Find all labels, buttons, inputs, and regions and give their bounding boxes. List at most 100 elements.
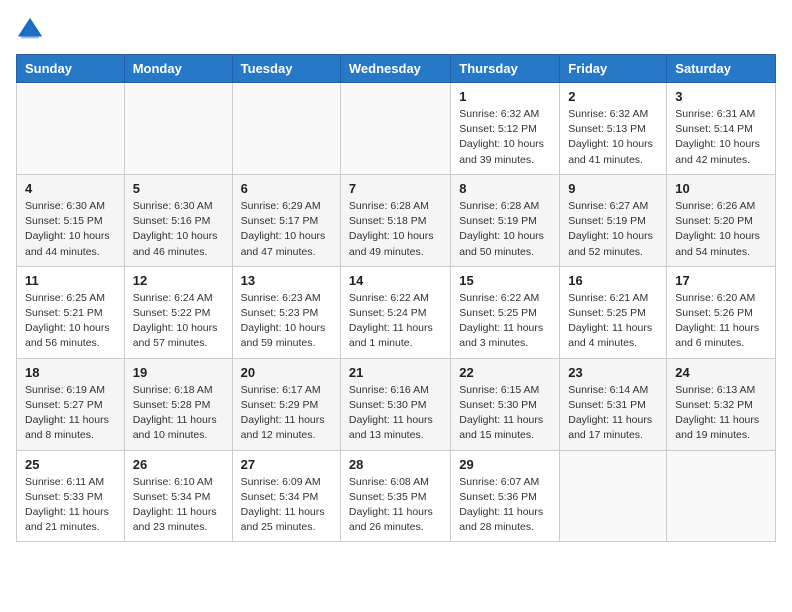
day-number: 3 bbox=[675, 89, 767, 104]
day-info: Sunrise: 6:16 AM Sunset: 5:30 PM Dayligh… bbox=[349, 383, 442, 444]
day-info: Sunrise: 6:32 AM Sunset: 5:13 PM Dayligh… bbox=[568, 107, 658, 168]
calendar-cell bbox=[232, 83, 340, 175]
calendar-cell bbox=[17, 83, 125, 175]
day-number: 11 bbox=[25, 273, 116, 288]
calendar-cell: 25 Sunrise: 6:11 AM Sunset: 5:33 PM Dayli… bbox=[17, 450, 125, 542]
calendar-cell: 26 Sunrise: 6:10 AM Sunset: 5:34 PM Dayli… bbox=[124, 450, 232, 542]
day-info: Sunrise: 6:29 AM Sunset: 5:17 PM Dayligh… bbox=[241, 199, 332, 260]
day-info: Sunrise: 6:22 AM Sunset: 5:24 PM Dayligh… bbox=[349, 291, 442, 352]
calendar-cell: 23 Sunrise: 6:14 AM Sunset: 5:31 PM Dayli… bbox=[560, 358, 667, 450]
day-number: 21 bbox=[349, 365, 442, 380]
calendar-cell bbox=[560, 450, 667, 542]
calendar-cell: 4 Sunrise: 6:30 AM Sunset: 5:15 PM Daylig… bbox=[17, 174, 125, 266]
calendar-cell: 2 Sunrise: 6:32 AM Sunset: 5:13 PM Daylig… bbox=[560, 83, 667, 175]
day-info: Sunrise: 6:10 AM Sunset: 5:34 PM Dayligh… bbox=[133, 475, 224, 536]
calendar-cell bbox=[340, 83, 450, 175]
calendar-week-row: 1 Sunrise: 6:32 AM Sunset: 5:12 PM Daylig… bbox=[17, 83, 776, 175]
calendar-cell: 16Sunrise: 6:21 AM Sunset: 5:25 PM Dayli… bbox=[560, 266, 667, 358]
col-header-monday: Monday bbox=[124, 55, 232, 83]
calendar-cell: 20Sunrise: 6:17 AM Sunset: 5:29 PM Dayli… bbox=[232, 358, 340, 450]
calendar-cell: 8 Sunrise: 6:28 AM Sunset: 5:19 PM Daylig… bbox=[451, 174, 560, 266]
calendar-cell: 3 Sunrise: 6:31 AM Sunset: 5:14 PM Daylig… bbox=[667, 83, 776, 175]
day-info: Sunrise: 6:25 AM Sunset: 5:21 PM Dayligh… bbox=[25, 291, 116, 352]
logo-icon bbox=[16, 16, 44, 44]
day-info: Sunrise: 6:13 AM Sunset: 5:32 PM Dayligh… bbox=[675, 383, 767, 444]
day-info: Sunrise: 6:18 AM Sunset: 5:28 PM Dayligh… bbox=[133, 383, 224, 444]
col-header-sunday: Sunday bbox=[17, 55, 125, 83]
col-header-wednesday: Wednesday bbox=[340, 55, 450, 83]
day-info: Sunrise: 6:11 AM Sunset: 5:33 PM Dayligh… bbox=[25, 475, 116, 536]
day-info: Sunrise: 6:24 AM Sunset: 5:22 PM Dayligh… bbox=[133, 291, 224, 352]
day-info: Sunrise: 6:28 AM Sunset: 5:18 PM Dayligh… bbox=[349, 199, 442, 260]
calendar-header-row: SundayMondayTuesdayWednesdayThursdayFrid… bbox=[17, 55, 776, 83]
day-number: 25 bbox=[25, 457, 116, 472]
day-info: Sunrise: 6:07 AM Sunset: 5:36 PM Dayligh… bbox=[459, 475, 551, 536]
day-number: 26 bbox=[133, 457, 224, 472]
calendar-cell: 29 Sunrise: 6:07 AM Sunset: 5:36 PM Dayli… bbox=[451, 450, 560, 542]
day-number: 13 bbox=[241, 273, 332, 288]
day-number: 14 bbox=[349, 273, 442, 288]
calendar-cell: 24 Sunrise: 6:13 AM Sunset: 5:32 PM Dayli… bbox=[667, 358, 776, 450]
calendar-cell bbox=[124, 83, 232, 175]
calendar-week-row: 11 Sunrise: 6:25 AM Sunset: 5:21 PM Dayli… bbox=[17, 266, 776, 358]
col-header-saturday: Saturday bbox=[667, 55, 776, 83]
day-info: Sunrise: 6:32 AM Sunset: 5:12 PM Dayligh… bbox=[459, 107, 551, 168]
day-number: 28 bbox=[349, 457, 442, 472]
day-info: Sunrise: 6:19 AM Sunset: 5:27 PM Dayligh… bbox=[25, 383, 116, 444]
calendar-cell: 22Sunrise: 6:15 AM Sunset: 5:30 PM Dayli… bbox=[451, 358, 560, 450]
day-info: Sunrise: 6:09 AM Sunset: 5:34 PM Dayligh… bbox=[241, 475, 332, 536]
day-info: Sunrise: 6:27 AM Sunset: 5:19 PM Dayligh… bbox=[568, 199, 658, 260]
day-info: Sunrise: 6:28 AM Sunset: 5:19 PM Dayligh… bbox=[459, 199, 551, 260]
calendar-cell: 13 Sunrise: 6:23 AM Sunset: 5:23 PM Dayli… bbox=[232, 266, 340, 358]
day-number: 23 bbox=[568, 365, 658, 380]
day-number: 12 bbox=[133, 273, 224, 288]
calendar-cell: 1 Sunrise: 6:32 AM Sunset: 5:12 PM Daylig… bbox=[451, 83, 560, 175]
day-number: 7 bbox=[349, 181, 442, 196]
page-header bbox=[16, 16, 776, 44]
calendar-week-row: 18 Sunrise: 6:19 AM Sunset: 5:27 PM Dayli… bbox=[17, 358, 776, 450]
day-info: Sunrise: 6:30 AM Sunset: 5:15 PM Dayligh… bbox=[25, 199, 116, 260]
calendar-week-row: 25 Sunrise: 6:11 AM Sunset: 5:33 PM Dayli… bbox=[17, 450, 776, 542]
calendar-cell: 19 Sunrise: 6:18 AM Sunset: 5:28 PM Dayli… bbox=[124, 358, 232, 450]
day-info: Sunrise: 6:20 AM Sunset: 5:26 PM Dayligh… bbox=[675, 291, 767, 352]
calendar-cell: 7 Sunrise: 6:28 AM Sunset: 5:18 PM Daylig… bbox=[340, 174, 450, 266]
day-number: 19 bbox=[133, 365, 224, 380]
day-number: 1 bbox=[459, 89, 551, 104]
calendar-cell: 27 Sunrise: 6:09 AM Sunset: 5:34 PM Dayli… bbox=[232, 450, 340, 542]
day-number: 8 bbox=[459, 181, 551, 196]
day-info: Sunrise: 6:31 AM Sunset: 5:14 PM Dayligh… bbox=[675, 107, 767, 168]
calendar-cell: 18 Sunrise: 6:19 AM Sunset: 5:27 PM Dayli… bbox=[17, 358, 125, 450]
day-info: Sunrise: 6:14 AM Sunset: 5:31 PM Dayligh… bbox=[568, 383, 658, 444]
logo bbox=[16, 16, 48, 44]
day-number: 27 bbox=[241, 457, 332, 472]
day-info: Sunrise: 6:23 AM Sunset: 5:23 PM Dayligh… bbox=[241, 291, 332, 352]
calendar-cell: 11 Sunrise: 6:25 AM Sunset: 5:21 PM Dayli… bbox=[17, 266, 125, 358]
calendar-cell: 15 Sunrise: 6:22 AM Sunset: 5:25 PM Dayli… bbox=[451, 266, 560, 358]
day-number: 18 bbox=[25, 365, 116, 380]
calendar-cell: 14 Sunrise: 6:22 AM Sunset: 5:24 PM Dayli… bbox=[340, 266, 450, 358]
calendar-week-row: 4 Sunrise: 6:30 AM Sunset: 5:15 PM Daylig… bbox=[17, 174, 776, 266]
col-header-tuesday: Tuesday bbox=[232, 55, 340, 83]
day-number: 29 bbox=[459, 457, 551, 472]
calendar-cell: 9 Sunrise: 6:27 AM Sunset: 5:19 PM Daylig… bbox=[560, 174, 667, 266]
calendar-cell: 6 Sunrise: 6:29 AM Sunset: 5:17 PM Daylig… bbox=[232, 174, 340, 266]
day-number: 4 bbox=[25, 181, 116, 196]
calendar-cell bbox=[667, 450, 776, 542]
day-number: 9 bbox=[568, 181, 658, 196]
day-number: 2 bbox=[568, 89, 658, 104]
calendar-cell: 10Sunrise: 6:26 AM Sunset: 5:20 PM Dayli… bbox=[667, 174, 776, 266]
col-header-thursday: Thursday bbox=[451, 55, 560, 83]
day-info: Sunrise: 6:08 AM Sunset: 5:35 PM Dayligh… bbox=[349, 475, 442, 536]
day-number: 15 bbox=[459, 273, 551, 288]
calendar-cell: 17 Sunrise: 6:20 AM Sunset: 5:26 PM Dayli… bbox=[667, 266, 776, 358]
day-info: Sunrise: 6:22 AM Sunset: 5:25 PM Dayligh… bbox=[459, 291, 551, 352]
calendar-cell: 21 Sunrise: 6:16 AM Sunset: 5:30 PM Dayli… bbox=[340, 358, 450, 450]
day-number: 6 bbox=[241, 181, 332, 196]
day-number: 17 bbox=[675, 273, 767, 288]
day-number: 10 bbox=[675, 181, 767, 196]
calendar-table: SundayMondayTuesdayWednesdayThursdayFrid… bbox=[16, 54, 776, 542]
day-number: 5 bbox=[133, 181, 224, 196]
calendar-cell: 5Sunrise: 6:30 AM Sunset: 5:16 PM Daylig… bbox=[124, 174, 232, 266]
day-number: 24 bbox=[675, 365, 767, 380]
calendar-cell: 12 Sunrise: 6:24 AM Sunset: 5:22 PM Dayli… bbox=[124, 266, 232, 358]
